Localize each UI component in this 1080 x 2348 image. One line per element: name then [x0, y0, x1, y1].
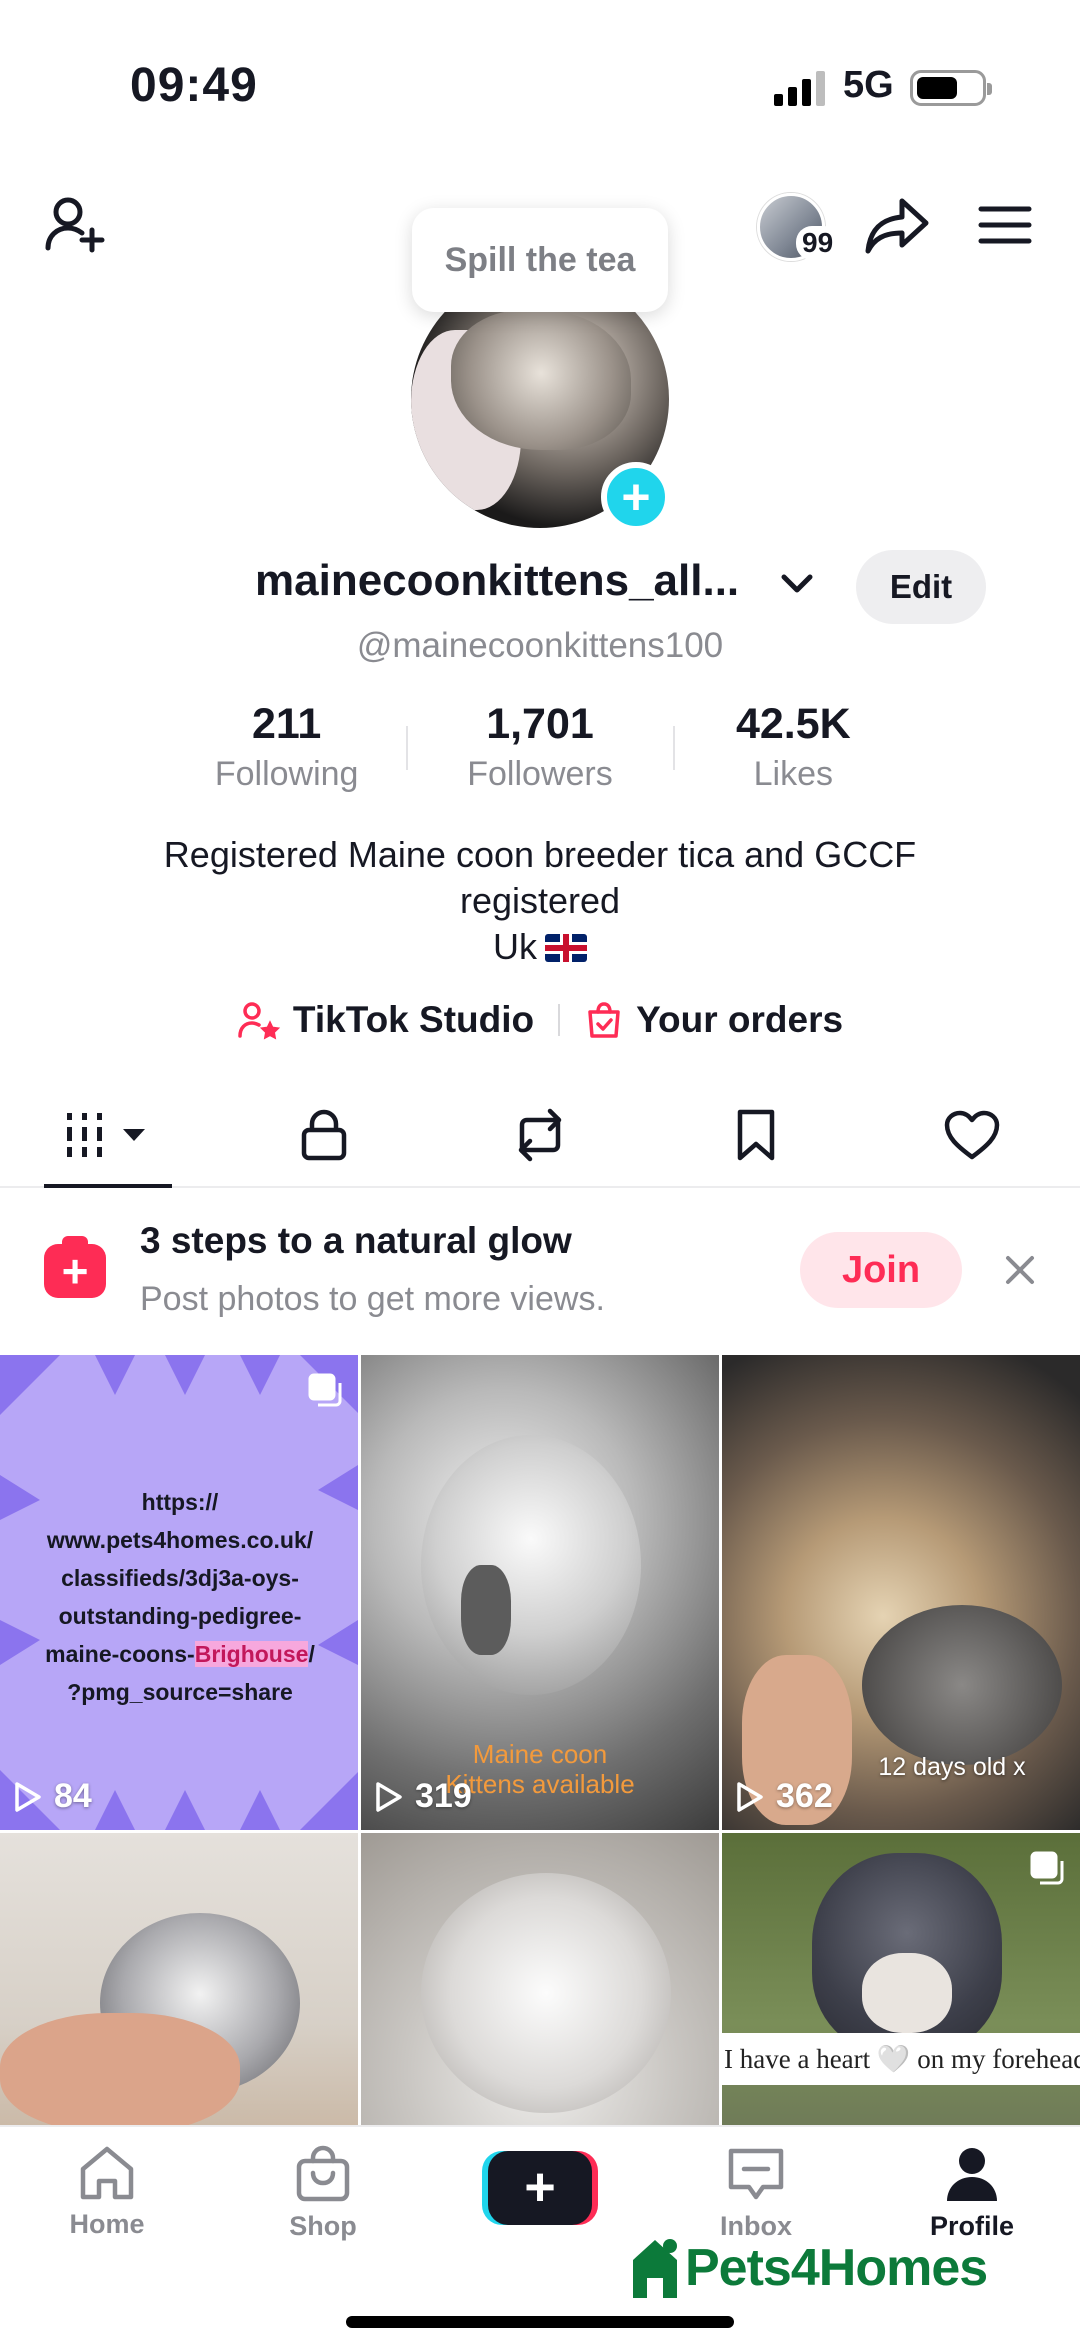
tiktok-studio-label: TikTok Studio: [292, 999, 535, 1040]
view-count: 319: [375, 1777, 472, 1816]
carousel-icon: [1030, 1851, 1064, 1885]
view-count: 84: [14, 1777, 92, 1816]
nav-profile[interactable]: Profile: [892, 2145, 1052, 2242]
link-divider: [558, 1004, 561, 1036]
pets4homes-logo-icon: [633, 2239, 677, 2298]
edit-profile-button[interactable]: Edit: [856, 550, 986, 624]
status-tooltip[interactable]: Spill the tea: [412, 208, 668, 312]
bio-country: Uk: [493, 926, 537, 967]
nav-home[interactable]: Home: [27, 2145, 187, 2240]
bio-line: Uk: [60, 924, 1020, 970]
display-name[interactable]: mainecoonkittens_all...: [255, 556, 739, 606]
likes-label: Likes: [753, 755, 833, 793]
profile-stats: 211 Following 1,701 Followers 42.5K Like…: [160, 700, 920, 793]
promo-banner: + 3 steps to a natural glow Post photos …: [0, 1200, 1080, 1350]
promo-subtitle: Post photos to get more views.: [140, 1280, 605, 1318]
inbox-icon: [728, 2148, 784, 2200]
following-label: Following: [214, 755, 359, 793]
signal-icon: [774, 71, 825, 106]
tab-favorites[interactable]: [648, 1084, 864, 1186]
join-button[interactable]: Join: [800, 1232, 962, 1308]
battery-icon: [910, 70, 992, 106]
chevron-down-icon[interactable]: [780, 572, 814, 596]
lock-icon: [301, 1109, 347, 1161]
username-handle: @mainecoonkittens100: [356, 626, 724, 665]
pets4homes-watermark: Pets4Homes: [625, 2236, 988, 2300]
home-indicator: [346, 2316, 734, 2328]
video-url-text: https:// www.pets4homes.co.uk/ classifie…: [45, 1489, 315, 1705]
video-grid: https:// www.pets4homes.co.uk/ classifie…: [0, 1355, 1080, 2125]
video-tile[interactable]: [0, 1833, 358, 2125]
your-orders-link[interactable]: Your orders: [584, 999, 843, 1041]
uk-flag-icon: [545, 934, 587, 962]
visitors-count: 99: [796, 226, 840, 260]
repost-icon: [518, 1108, 562, 1162]
menu-button[interactable]: [970, 190, 1040, 260]
profile-bio: Registered Maine coon breeder tica and G…: [60, 832, 1020, 970]
video-tile[interactable]: [361, 1833, 719, 2125]
tab-videos[interactable]: [0, 1084, 216, 1188]
add-story-button[interactable]: +: [601, 462, 671, 532]
carousel-icon: [308, 1373, 342, 1407]
following-count: 211: [251, 700, 322, 748]
tab-liked[interactable]: [864, 1084, 1080, 1186]
your-orders-label: Your orders: [636, 999, 844, 1040]
play-icon: [376, 1781, 402, 1812]
status-bar: 09:49 5G: [0, 0, 1080, 170]
bio-line: Registered Maine coon breeder tica and G…: [163, 834, 917, 875]
stat-following[interactable]: 211 Following: [160, 700, 413, 793]
shop-bag-icon: [296, 2145, 350, 2202]
followers-label: Followers: [467, 755, 613, 793]
bookmark-icon: [737, 1109, 775, 1161]
promo-title: 3 steps to a natural glow: [140, 1220, 572, 1261]
video-grid-icon: [67, 1113, 145, 1157]
profile-links: TikTok Studio Your orders: [0, 992, 1080, 1048]
video-overlay-text: 12 days old x: [878, 1753, 1026, 1781]
nav-shop[interactable]: Shop: [243, 2145, 403, 2242]
plus-icon: +: [488, 2151, 592, 2225]
play-icon: [737, 1781, 763, 1812]
video-tile[interactable]: https:// www.pets4homes.co.uk/ classifie…: [0, 1355, 358, 1830]
profile-icon: [947, 2148, 997, 2201]
close-icon[interactable]: [996, 1246, 1044, 1294]
likes-count: 42.5K: [735, 700, 851, 748]
play-icon: [15, 1781, 41, 1812]
status-time: 09:49: [130, 59, 258, 112]
camera-plus-icon: +: [44, 1236, 106, 1298]
video-tile[interactable]: Maine coon Kittens available 319: [361, 1355, 719, 1830]
bio-line: registered: [459, 880, 621, 921]
add-user-icon: [45, 197, 105, 253]
studio-icon: [238, 1002, 281, 1040]
view-count: 362: [736, 1777, 833, 1816]
video-tile[interactable]: 12 days old x 362: [722, 1355, 1080, 1830]
add-friend-button[interactable]: [40, 190, 110, 260]
shopping-bag-check-icon: [588, 1002, 620, 1038]
tab-private[interactable]: [216, 1084, 432, 1186]
nav-inbox[interactable]: Inbox: [676, 2145, 836, 2242]
heart-icon: [944, 1110, 1000, 1160]
share-icon: [865, 198, 929, 254]
tab-reposts[interactable]: [432, 1084, 648, 1186]
name-row: mainecoonkittens_all... Edit: [0, 550, 1080, 624]
tiktok-studio-link[interactable]: TikTok Studio: [237, 999, 534, 1041]
home-icon: [80, 2146, 134, 2200]
stat-likes[interactable]: 42.5K Likes: [667, 700, 920, 793]
create-button[interactable]: +: [482, 2151, 598, 2225]
video-tile[interactable]: I have a heart 🤍 on my forehead: [722, 1833, 1080, 2125]
profile-tabs: [0, 1084, 1080, 1188]
stat-divider: [406, 726, 408, 770]
plus-icon: +: [621, 469, 651, 525]
hamburger-menu-icon: [978, 206, 1032, 244]
video-caption: I have a heart 🤍 on my forehead: [722, 2033, 1080, 2085]
stat-followers[interactable]: 1,701 Followers: [413, 700, 666, 793]
share-profile-button[interactable]: [862, 190, 932, 260]
followers-count: 1,701: [486, 700, 594, 748]
network-type: 5G: [843, 64, 894, 106]
stat-divider: [673, 726, 675, 770]
